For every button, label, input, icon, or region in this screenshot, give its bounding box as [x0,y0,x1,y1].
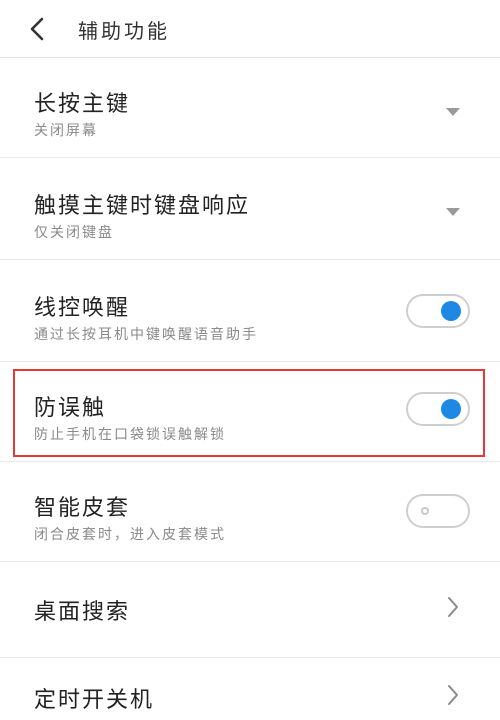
setting-desktop-search[interactable]: 桌面搜索 [0,558,500,658]
setting-touch-home-keyboard[interactable]: 触摸主键时键盘响应 仅关闭键盘 [0,160,500,260]
setting-subtitle: 闭合皮套时，进入皮套模式 [34,527,226,543]
dropdown-arrow-icon[interactable] [446,208,460,216]
toggle-knob [441,399,461,419]
toggle-knob [421,507,429,515]
back-arrow-icon [30,17,44,41]
setting-title: 防误触 [34,396,107,421]
setting-subtitle: 通过长按耳机中键唤醒语音助手 [34,327,258,343]
setting-smart-cover[interactable]: 智能皮套 闭合皮套时，进入皮套模式 [0,462,500,562]
setting-title: 定时开关机 [34,688,155,713]
prevent-mistouch-toggle[interactable] [406,392,470,426]
wire-control-wake-toggle[interactable] [406,294,470,328]
smart-cover-toggle[interactable] [406,494,470,528]
setting-title: 长按主键 [34,92,131,117]
chevron-right-icon [448,685,458,705]
setting-title: 触摸主键时键盘响应 [34,194,251,219]
setting-title: 桌面搜索 [34,600,131,625]
setting-subtitle: 仅关闭键盘 [34,225,114,241]
dropdown-arrow-icon[interactable] [446,108,460,116]
setting-prevent-mistouch[interactable]: 防误触 防止手机在口袋锁误触解锁 [0,362,500,462]
setting-long-press-home[interactable]: 长按主键 关闭屏幕 [0,58,500,158]
top-bar: 辅助功能 [0,0,500,58]
setting-wire-control-wake[interactable]: 线控唤醒 通过长按耳机中键唤醒语音助手 [0,262,500,362]
chevron-right-icon [448,597,458,617]
setting-scheduled-power[interactable]: 定时开关机 [0,646,500,720]
setting-subtitle: 防止手机在口袋锁误触解锁 [34,427,226,443]
setting-title: 智能皮套 [34,496,131,521]
page-title: 辅助功能 [78,19,170,43]
setting-title: 线控唤醒 [34,296,131,321]
accessibility-settings-screen: 辅助功能 长按主键 关闭屏幕 触摸主键时键盘响应 仅关闭键盘 线控唤醒 通过长按… [0,0,500,720]
toggle-knob [441,301,461,321]
back-button[interactable] [20,12,54,46]
setting-subtitle: 关闭屏幕 [34,123,98,139]
